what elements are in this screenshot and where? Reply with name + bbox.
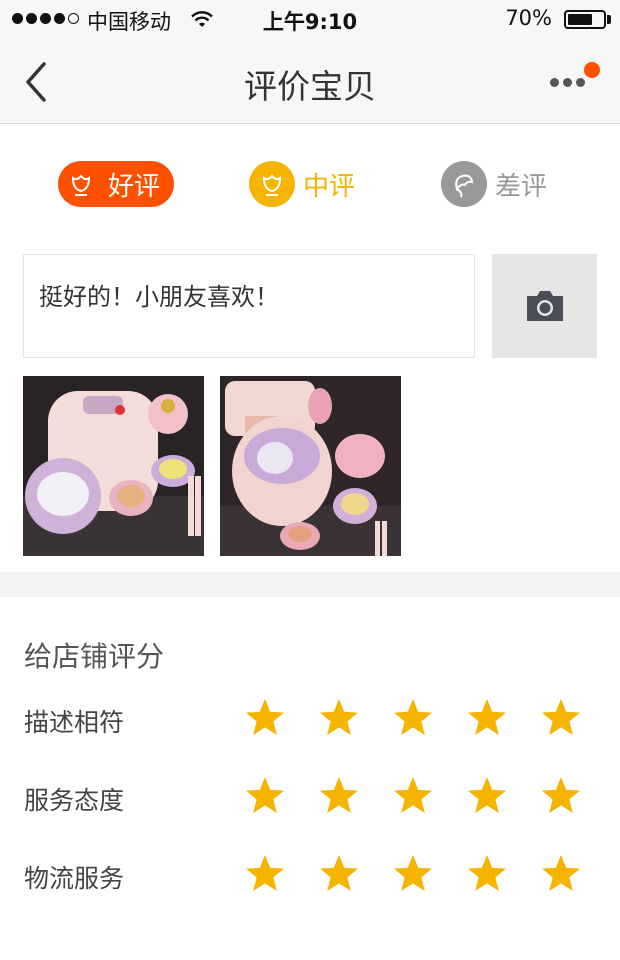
good-rating-label: 好评 (108, 171, 161, 202)
rating-row-label: 物流服务 (24, 864, 125, 893)
neutral-rating-label: 中评 (303, 171, 356, 202)
battery-percentage: 70% (505, 6, 552, 30)
star-icon[interactable] (318, 853, 360, 895)
neutral-rating-button[interactable]: 中评 (249, 161, 355, 207)
star-icon[interactable] (466, 697, 508, 739)
notification-dot (584, 62, 600, 78)
add-photo-button[interactable] (492, 254, 597, 358)
review-photo-thumbnail[interactable] (220, 376, 401, 556)
more-options-button[interactable] (550, 62, 600, 102)
star-icon[interactable] (466, 853, 508, 895)
star-icon[interactable] (318, 697, 360, 739)
star-rating (244, 775, 582, 817)
bad-rating-button[interactable]: 差评 (441, 161, 547, 207)
star-icon[interactable] (540, 775, 582, 817)
status-bar: 中国移动 上午9:10 70% (0, 0, 620, 40)
star-icon[interactable] (318, 775, 360, 817)
star-rating (244, 697, 582, 739)
star-icon[interactable] (540, 697, 582, 739)
review-photo-thumbnail[interactable] (23, 376, 204, 556)
rating-row-label: 服务态度 (24, 786, 125, 815)
rating-row-label: 描述相符 (24, 708, 125, 737)
camera-icon (526, 291, 563, 321)
page-title: 评价宝贝 (244, 67, 376, 106)
star-icon[interactable] (466, 775, 508, 817)
battery-icon (564, 10, 606, 29)
navigation-bar: 评价宝贝 (0, 40, 620, 124)
flower-icon (249, 161, 295, 207)
star-icon[interactable] (244, 853, 286, 895)
wilted-flower-icon (441, 161, 487, 207)
review-text-input[interactable]: 挺好的！小朋友喜欢！ (23, 254, 475, 358)
star-icon[interactable] (392, 697, 434, 739)
star-icon[interactable] (244, 697, 286, 739)
bad-rating-label: 差评 (495, 171, 548, 202)
star-rating (244, 853, 582, 895)
store-rating-title: 给店铺评分 (24, 640, 165, 673)
flower-icon (58, 161, 104, 207)
star-icon[interactable] (540, 853, 582, 895)
store-rating-section: 给店铺评分 描述相符服务态度物流服务 (0, 597, 620, 960)
rating-row: 物流服务 (0, 849, 620, 905)
good-rating-button[interactable]: 好评 (58, 161, 174, 207)
star-icon[interactable] (392, 853, 434, 895)
more-icon (550, 78, 585, 87)
star-icon[interactable] (392, 775, 434, 817)
battery-tip (607, 15, 611, 24)
review-card: 好评 中评 差评 挺好的！小朋友喜欢！ (0, 124, 620, 572)
rating-row: 服务态度 (0, 771, 620, 827)
star-icon[interactable] (244, 775, 286, 817)
rating-row: 描述相符 (0, 693, 620, 749)
